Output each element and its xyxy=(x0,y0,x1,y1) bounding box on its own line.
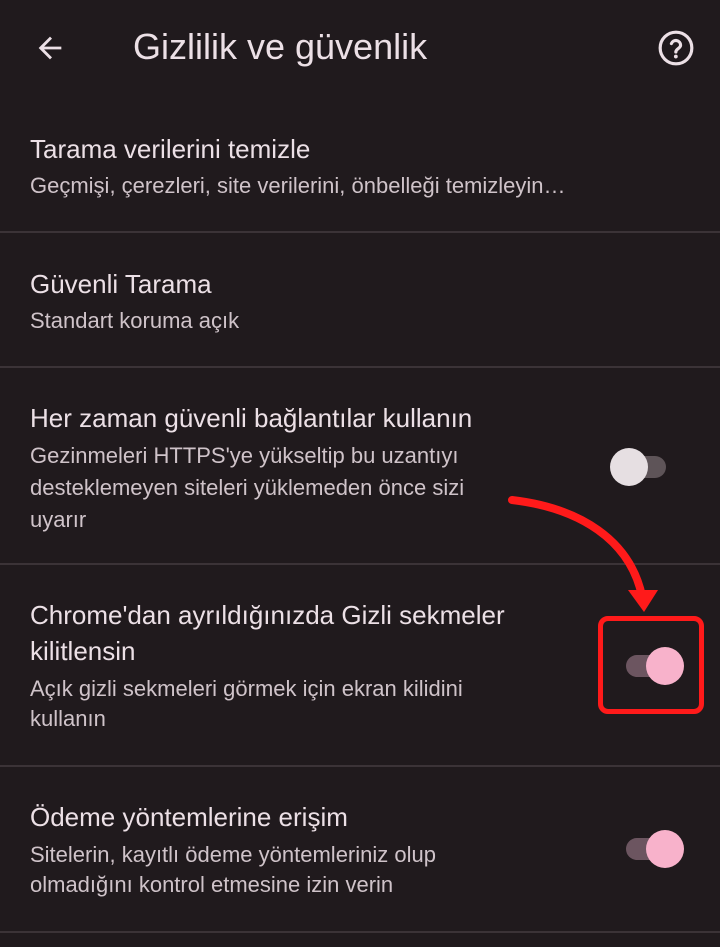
setting-title: Her zaman güvenli bağlantılar kullanın xyxy=(30,403,473,433)
setting-subtitle-line: olmadığını kontrol etmesine izin verin xyxy=(30,872,394,897)
setting-subtitle-line: desteklemeyen siteleri yüklemeden önce s… xyxy=(30,475,465,500)
divider xyxy=(0,931,720,933)
toggle-thumb xyxy=(646,647,684,685)
toggle-thumb xyxy=(610,448,648,486)
lock-incognito-toggle[interactable] xyxy=(622,645,684,685)
setting-subtitle: Geçmişi, çerezleri, site verilerini, önb… xyxy=(30,173,566,198)
setting-title-line: Chrome'dan ayrıldığınızda Gizli sekmeler xyxy=(30,600,505,630)
setting-subtitle-line: Açık gizli sekmeleri görmek için ekran k… xyxy=(30,676,463,701)
setting-title: Güvenli Tarama xyxy=(30,269,212,299)
setting-subtitle-line: kullanın xyxy=(30,706,106,731)
setting-payment-methods[interactable]: Ödeme yöntemlerine erişim Sitelerin, kay… xyxy=(0,779,720,929)
arrow-left-icon xyxy=(38,36,62,60)
divider xyxy=(0,366,720,368)
setting-clear-browsing-data[interactable]: Tarama verilerini temizle Geçmişi, çerez… xyxy=(0,110,720,230)
divider xyxy=(0,231,720,233)
setting-safe-browsing[interactable]: Güvenli Tarama Standart koruma açık xyxy=(0,245,720,365)
toggle-thumb xyxy=(646,830,684,868)
payment-methods-toggle[interactable] xyxy=(622,828,684,868)
setting-subtitle-line: uyarır xyxy=(30,507,87,532)
setting-title: Ödeme yöntemlerine erişim xyxy=(30,802,348,832)
setting-subtitle-line: Sitelerin, kayıtlı ödeme yöntemleriniz o… xyxy=(30,842,436,867)
setting-title-line: kilitlensin xyxy=(30,636,136,666)
setting-title: Tarama verilerini temizle xyxy=(30,134,311,164)
app-bar: Gizlilik ve güvenlik xyxy=(0,0,720,96)
back-button[interactable] xyxy=(22,20,78,76)
setting-lock-incognito-tabs[interactable]: Chrome'dan ayrıldığınızda Gizli sekmeler… xyxy=(0,577,720,763)
help-circle-icon xyxy=(658,30,694,66)
settings-screen: Gizlilik ve güvenlik Tarama verilerini t… xyxy=(0,0,720,947)
divider xyxy=(0,765,720,767)
setting-subtitle: Standart koruma açık xyxy=(30,308,240,333)
https-first-toggle[interactable] xyxy=(610,446,672,486)
divider xyxy=(0,563,720,565)
setting-subtitle-line: Gezinmeleri HTTPS'ye yükseltip bu uzantı… xyxy=(30,443,459,468)
help-button[interactable] xyxy=(648,20,704,76)
page-title: Gizlilik ve güvenlik xyxy=(133,26,428,67)
